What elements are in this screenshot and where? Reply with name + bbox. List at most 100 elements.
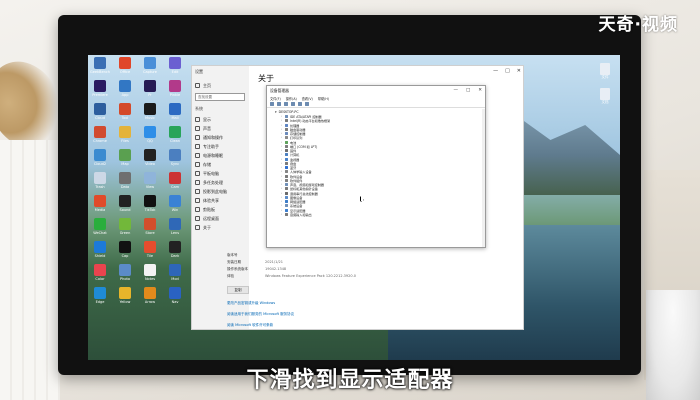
- desktop-app-icon[interactable]: Mod: [164, 264, 186, 287]
- maximize-button[interactable]: □: [505, 68, 510, 74]
- desktop-app-icon[interactable]: Cap: [114, 241, 136, 264]
- expand-icon[interactable]: ›: [281, 115, 283, 118]
- expand-icon[interactable]: ›: [281, 187, 283, 190]
- desktop-document-icon[interactable]: 文档: [596, 88, 614, 105]
- desktop-app-icon[interactable]: Cloud2: [89, 149, 111, 172]
- desktop-app-icon[interactable]: Nav: [164, 287, 186, 310]
- desktop-app-icon[interactable]: QQ: [139, 126, 161, 149]
- device-manager-menu-item[interactable]: 文件(F): [270, 96, 281, 101]
- help-icon[interactable]: [291, 102, 295, 106]
- properties-icon[interactable]: [284, 102, 288, 106]
- desktop-app-icon[interactable]: App: [114, 80, 136, 103]
- desktop-app-icon[interactable]: Sync: [164, 149, 186, 172]
- device-category-row[interactable]: › 音频输入和输出: [275, 212, 477, 217]
- desktop-app-icon[interactable]: Shield: [89, 241, 111, 264]
- settings-link[interactable]: 阅读适用于我们服务的 Microsoft 服务协议: [227, 312, 294, 323]
- desktop-app-icon[interactable]: Trash: [89, 172, 111, 195]
- settings-side-item[interactable]: 投影到此电脑: [195, 187, 246, 196]
- desktop-app-icon[interactable]: Dark: [164, 241, 186, 264]
- settings-side-item[interactable]: 体验共享: [195, 196, 246, 205]
- copy-button[interactable]: 复制: [227, 286, 249, 294]
- minimize-button[interactable]: —: [493, 68, 498, 74]
- desktop-app-icon[interactable]: Tool: [114, 103, 136, 126]
- desktop-app-icon[interactable]: Color: [89, 264, 111, 287]
- desktop-app-icon[interactable]: TikTok: [139, 195, 161, 218]
- desktop-app-icon[interactable]: Notes: [139, 264, 161, 287]
- forward-icon[interactable]: [277, 102, 281, 106]
- desktop-app-icon[interactable]: Edit: [164, 57, 186, 80]
- dm-minimize-button[interactable]: —: [453, 88, 458, 93]
- settings-side-item[interactable]: 多任务处理: [195, 178, 246, 187]
- desktop-app-icon[interactable]: Music: [139, 103, 161, 126]
- settings-side-item[interactable]: 剪贴板: [195, 205, 246, 214]
- desktop-app-icon[interactable]: Win: [164, 195, 186, 218]
- desktop-app-icon[interactable]: Premiere: [89, 80, 111, 103]
- expand-icon[interactable]: ›: [281, 170, 283, 173]
- settings-side-item[interactable]: 远程桌面: [195, 214, 246, 223]
- desktop-app-icon[interactable]: Sound: [114, 195, 136, 218]
- expand-icon[interactable]: ›: [281, 132, 283, 135]
- desktop-app-icon[interactable]: Clean: [164, 126, 186, 149]
- desktop-app-icon[interactable]: WeChat: [89, 218, 111, 241]
- settings-link[interactable]: 更改产品密钥或升级 Windows: [227, 301, 294, 312]
- expand-icon[interactable]: ›: [281, 162, 283, 165]
- expand-icon[interactable]: ›: [281, 136, 283, 139]
- desktop-app-icon[interactable]: Video: [139, 149, 161, 172]
- expand-icon[interactable]: ›: [281, 149, 283, 152]
- expand-icon[interactable]: ›: [281, 204, 283, 207]
- desktop-app-icon[interactable]: Capture: [139, 57, 161, 80]
- device-manager-scrollbar[interactable]: [482, 109, 485, 247]
- settings-link[interactable]: 阅读 Microsoft 软件许可条款: [227, 323, 294, 334]
- device-manager-menu-item[interactable]: 查看(V): [302, 96, 313, 101]
- scan-icon[interactable]: [298, 102, 302, 106]
- expand-icon[interactable]: ›: [281, 158, 283, 161]
- desktop-app-icon[interactable]: Pinkie: [164, 80, 186, 103]
- desktop-app-icon[interactable]: Cam: [164, 172, 186, 195]
- expand-icon[interactable]: ›: [281, 153, 283, 156]
- back-icon[interactable]: [270, 102, 274, 106]
- desktop-app-icon[interactable]: Green: [114, 218, 136, 241]
- desktop-app-icon[interactable]: Media: [89, 195, 111, 218]
- settings-side-item[interactable]: 声音: [195, 124, 246, 133]
- settings-side-item[interactable]: 通知和操作: [195, 133, 246, 142]
- expand-icon[interactable]: ›: [281, 166, 283, 169]
- desktop-file-icon[interactable]: 文件: [596, 63, 614, 80]
- desktop-app-icon[interactable]: Data: [114, 172, 136, 195]
- desktop-app-icon[interactable]: Photo: [114, 264, 136, 287]
- desktop-app-icon[interactable]: Tile: [139, 241, 161, 264]
- device-manager-menu-item[interactable]: 帮助(H): [318, 96, 329, 101]
- device-manager-menu-item[interactable]: 操作(A): [286, 96, 297, 101]
- close-button[interactable]: ✕: [517, 68, 521, 74]
- expand-icon[interactable]: ›: [281, 179, 283, 182]
- desktop-app-icon[interactable]: Office: [114, 57, 136, 80]
- expand-icon[interactable]: ›: [281, 128, 283, 131]
- settings-side-item[interactable]: 显示: [195, 115, 246, 124]
- desktop-app-icon[interactable]: Pr: [139, 80, 161, 103]
- settings-search-input[interactable]: 查找设置: [195, 93, 245, 101]
- expand-icon[interactable]: ›: [281, 145, 283, 148]
- settings-side-item[interactable]: 电源和睡眠: [195, 151, 246, 160]
- desktop-app-icon[interactable]: View: [139, 172, 161, 195]
- settings-side-item[interactable]: 存储: [195, 160, 246, 169]
- desktop-app-icon[interactable]: Mail: [164, 103, 186, 126]
- settings-home-link[interactable]: 主页: [195, 81, 246, 90]
- monitor-icon[interactable]: [305, 102, 309, 106]
- desktop-app-icon[interactable]: Chrome: [89, 126, 111, 149]
- settings-side-item[interactable]: 平板电脑: [195, 169, 246, 178]
- expand-icon[interactable]: ›: [281, 183, 283, 186]
- expand-icon[interactable]: ›: [281, 175, 283, 178]
- desktop-app-icon[interactable]: Files: [114, 126, 136, 149]
- expand-icon[interactable]: ›: [281, 213, 283, 216]
- desktop-app-icon[interactable]: GeekBench: [89, 57, 111, 80]
- expand-icon[interactable]: ›: [281, 209, 283, 212]
- settings-side-item[interactable]: 关于: [195, 223, 246, 232]
- desktop-app-icon[interactable]: Lens: [164, 218, 186, 241]
- desktop-app-icon[interactable]: Yellow: [114, 287, 136, 310]
- desktop-app-icon[interactable]: Arrow: [139, 287, 161, 310]
- desktop-app-icon[interactable]: Map: [114, 149, 136, 172]
- settings-side-item[interactable]: 专注助手: [195, 142, 246, 151]
- desktop-app-icon[interactable]: Edge: [89, 287, 111, 310]
- desktop-app-icon[interactable]: Store: [139, 218, 161, 241]
- expand-icon[interactable]: ›: [281, 141, 283, 144]
- dm-close-button[interactable]: ✕: [478, 88, 482, 93]
